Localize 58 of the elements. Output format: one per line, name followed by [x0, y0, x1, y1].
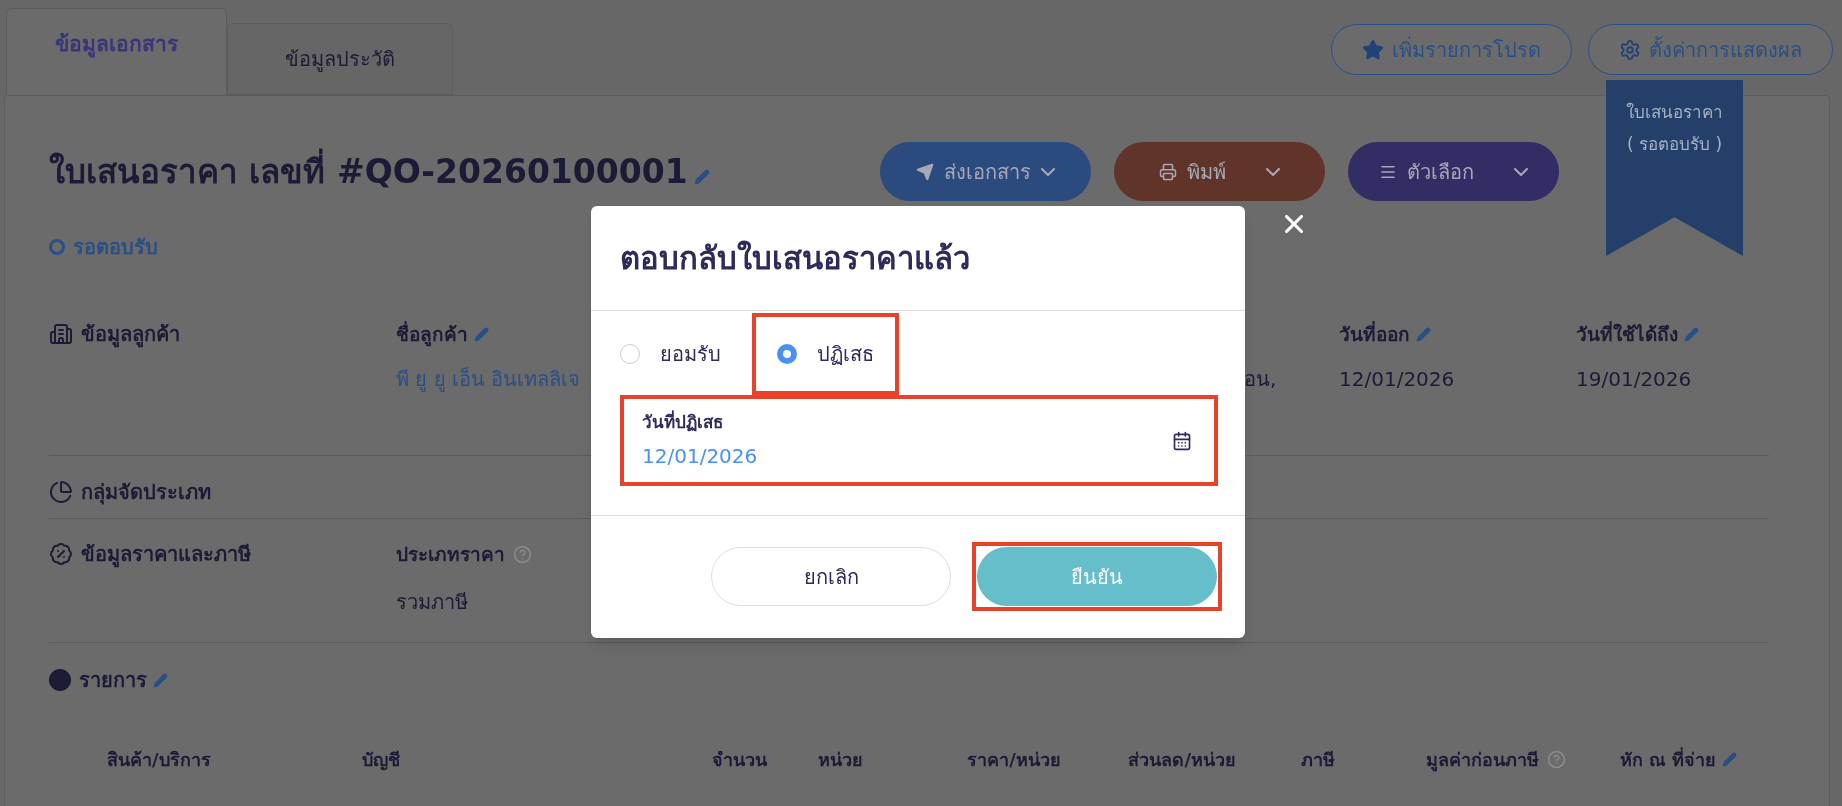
pencil-icon[interactable] [153, 672, 168, 688]
radio-option[interactable]: ยอมรับ [595, 313, 746, 395]
column-header: ภาษี [1300, 747, 1335, 772]
section-title: ข้อมูลลูกค้า [81, 321, 180, 349]
building-icon [49, 322, 73, 346]
status-text: รอตอบรับ [73, 234, 158, 261]
radio-option[interactable]: ปฏิเสธ [752, 313, 899, 395]
chevron-down-icon [1513, 167, 1528, 176]
field-value: 19/01/2026 [1576, 366, 1693, 388]
field-label: ประเภทราคา [396, 541, 505, 567]
field-value: รวมภาษี [396, 589, 469, 611]
help-icon[interactable] [1546, 749, 1566, 769]
field-value: อน, [1244, 366, 1278, 388]
pencil-icon[interactable] [1722, 751, 1738, 767]
column-header: หัก ณ ที่จ่าย [1619, 746, 1717, 772]
help-icon[interactable] [513, 544, 532, 564]
section-title: รายการ [79, 667, 147, 694]
field-label: ชื่อลูกค้า [396, 320, 468, 349]
field-label: วันที่ออก [1339, 320, 1410, 347]
section-title: ข้อมูลราคาและภาษี [81, 541, 251, 569]
calendar-icon[interactable] [1172, 430, 1192, 451]
status-ring-icon [49, 239, 65, 255]
ribbon-text: ใบเสนอราคา [1626, 101, 1723, 124]
date-field[interactable]: วันที่ปฏิเสธ 12/01/2026 [620, 395, 1218, 486]
dialog-title: ตอบกลับใบเสนอราคาแล้ว [620, 238, 970, 278]
radio-button[interactable] [777, 344, 797, 364]
column-header: หน่วย [818, 747, 864, 772]
chevron-down-icon [1040, 167, 1055, 176]
cancel-button[interactable]: ยกเลิก [711, 547, 951, 606]
section-title: กลุ่มจัดประเภท [81, 479, 211, 507]
options-button[interactable]: ตัวเลือก [1347, 142, 1559, 201]
column-header: บัญชี [361, 747, 400, 773]
pencil-icon[interactable] [693, 168, 710, 185]
column-header: ราคา/หน่วย [967, 747, 1061, 772]
date-value: 12/01/2026 [642, 443, 758, 471]
printer-icon [1158, 162, 1177, 181]
field-value: 12/01/2026 [1339, 366, 1456, 388]
column-header: ส่วนลด/หน่วย [1128, 747, 1237, 772]
pie-chart-icon [49, 480, 73, 504]
column-header: จำนวน [711, 747, 767, 772]
settings-icon [1619, 38, 1641, 61]
send-document-button[interactable]: ส่งเอกสาร [879, 142, 1091, 201]
star-icon [1362, 38, 1384, 61]
field-label: วันที่ใช้ได้ถึง [1576, 320, 1678, 347]
percent-badge-icon [49, 542, 73, 566]
ribbon-text: ( รอตอบรับ ) [1626, 132, 1723, 156]
radio-button[interactable] [620, 344, 640, 364]
chevron-down-icon [1265, 167, 1280, 176]
pencil-icon[interactable] [474, 326, 489, 342]
pencil-icon[interactable] [1684, 326, 1699, 342]
column-header: มูลค่าก่อนภาษี [1425, 747, 1539, 773]
tab[interactable]: ข้อมูลประวัติ [227, 23, 453, 95]
document-title: ใบเสนอราคา เลขที่ #QO-20260100001 [49, 146, 688, 197]
field-label: วันที่ปฏิเสธ [642, 409, 724, 434]
pencil-icon[interactable] [1416, 326, 1431, 342]
print-button[interactable]: พิมพ์ [1113, 142, 1325, 201]
column-header: สินค้า/บริการ [107, 747, 211, 772]
paper-plane-icon [915, 162, 934, 181]
